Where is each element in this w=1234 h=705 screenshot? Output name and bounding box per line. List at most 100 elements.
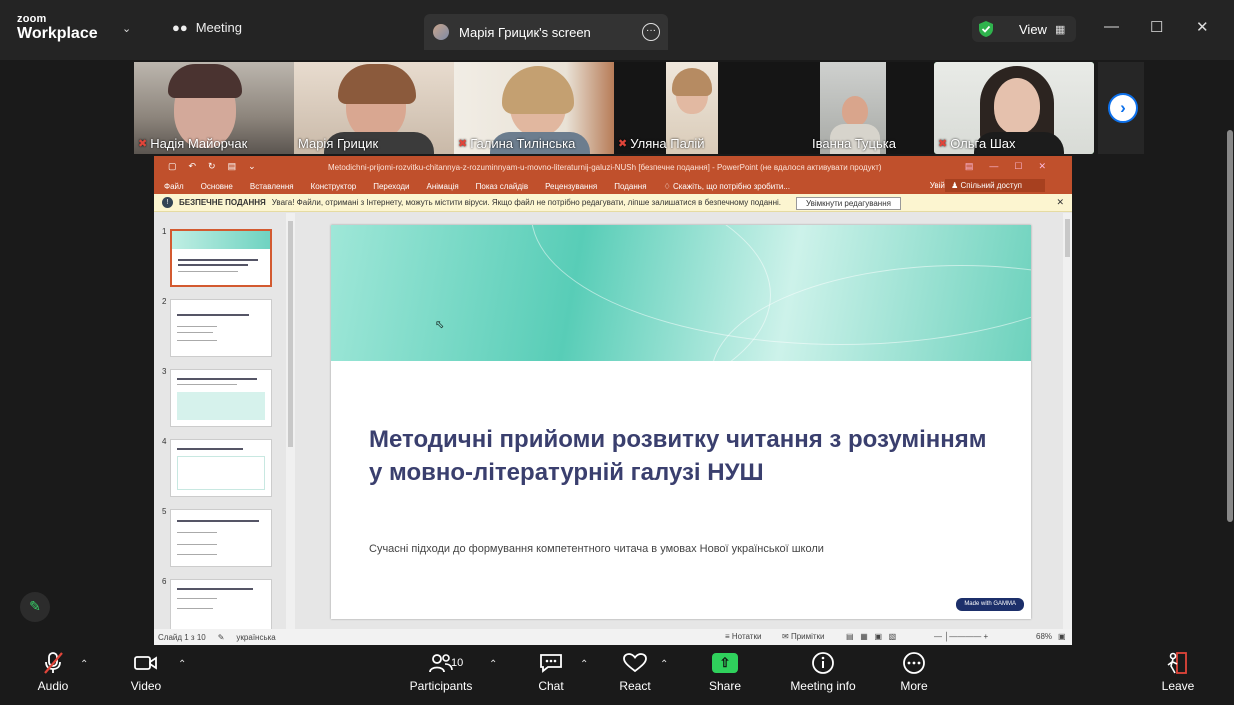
tab-view[interactable]: Подання	[614, 182, 646, 191]
comments-button[interactable]: ✉ Примітки	[782, 632, 825, 641]
shield-icon: !	[162, 197, 173, 208]
more-icon	[893, 645, 935, 681]
tab-transitions[interactable]: Переходи	[373, 182, 409, 191]
close-icon[interactable]: ✕	[1056, 197, 1064, 208]
leave-label: Leave	[1161, 679, 1195, 693]
protected-message: Увага! Файли, отримані з Інтернету, можу…	[271, 198, 782, 207]
participants-button[interactable]: 10 Participants	[405, 645, 477, 705]
slide-thumbnail-6[interactable]	[170, 579, 272, 629]
shared-screen-tab[interactable]: Марія Грицик's screen ···	[424, 14, 668, 50]
participant-tile[interactable]: Марія Грицик	[294, 62, 454, 154]
slide-thumbnail-2[interactable]	[170, 299, 272, 357]
protected-view-bar: ! БЕЗПЕЧНЕ ПОДАННЯ Увага! Файли, отриман…	[154, 194, 1072, 212]
tab-design[interactable]: Конструктор	[311, 182, 357, 191]
view-button[interactable]: View ▦	[972, 16, 1076, 42]
share-button[interactable]: ♟ Спільний доступ	[945, 179, 1045, 192]
brand-line2: Workplace	[17, 25, 98, 42]
slide-thumbnail-1[interactable]	[170, 229, 272, 287]
thumb-number: 3	[162, 367, 167, 376]
participant-name: Іванна Туцька	[812, 136, 896, 151]
slide-thumbnail-5[interactable]	[170, 509, 272, 567]
participant-tile[interactable]: Іванна Туцька	[774, 62, 934, 154]
tab-slideshow[interactable]: Показ слайдів	[476, 182, 528, 191]
react-button[interactable]: React	[614, 645, 656, 705]
tab-review[interactable]: Рецензування	[545, 182, 597, 191]
participant-tile[interactable]: ✖ Галина Тилінська	[454, 62, 614, 154]
more-options-icon[interactable]: ···	[642, 23, 660, 41]
zoom-logo: zoom Workplace	[17, 14, 98, 42]
enable-editing-button[interactable]: Увімкнути редагування	[796, 197, 901, 210]
view-mode-icons[interactable]: ▤ ▦ ▣ ▧	[846, 632, 896, 641]
chevron-right-icon[interactable]: ›	[1108, 93, 1138, 123]
tell-me-box[interactable]: ♢ Скажіть, що потрібно зробити...	[664, 182, 807, 191]
people-icon: ●●	[172, 20, 188, 35]
window-scrollbar[interactable]	[1226, 130, 1234, 522]
chevron-up-icon[interactable]: ⌃	[489, 659, 497, 670]
participant-tile[interactable]: ✖ Уляна Палій	[614, 62, 774, 154]
minimize-icon[interactable]: —	[1104, 18, 1119, 35]
slide-scrollbar[interactable]	[1063, 213, 1072, 629]
quick-access-icons: ▢↶↻▤⌄	[168, 161, 268, 171]
tab-insert[interactable]: Вставлення	[250, 182, 294, 191]
participant-name: Марія Грицик	[298, 136, 379, 151]
participant-strip: ✖ Надія Майорчак Марія Грицик ✖ Галина Тил…	[134, 62, 1094, 154]
audio-button[interactable]: Audio	[32, 645, 74, 705]
share-arrow-icon: ⇧	[712, 653, 738, 673]
leave-icon	[1157, 645, 1199, 681]
video-button[interactable]: Video	[125, 645, 167, 705]
slide-title: Методичні прийоми розвитку читання з роз…	[369, 426, 987, 486]
mic-off-icon: ✖	[938, 138, 948, 150]
participant-name: ✖ Галина Тилінська	[458, 136, 576, 151]
chevron-up-icon[interactable]: ⌃	[660, 659, 668, 670]
slide-thumbnail-4[interactable]	[170, 439, 272, 497]
share-screen-button[interactable]: ⇧ Share	[704, 645, 746, 705]
current-slide[interactable]: Методичні прийоми розвитку читання з роз…	[331, 225, 1031, 619]
leave-button[interactable]: Leave	[1157, 645, 1199, 705]
zoom-meeting-window: zoom Workplace ⌄ ●● Meeting Марія Грицик…	[0, 0, 1234, 705]
slide-thumbnail-3[interactable]	[170, 369, 272, 427]
chevron-up-icon[interactable]: ⌃	[178, 659, 186, 670]
participant-name: ✖ Ольга Шах	[938, 136, 1016, 151]
tab-home[interactable]: Основне	[201, 182, 233, 191]
avatar	[433, 24, 449, 40]
thumb-number: 1	[162, 227, 167, 236]
mic-off-icon: ✖	[138, 138, 148, 150]
hair	[168, 64, 242, 98]
meeting-info-button[interactable]: Meeting info	[786, 645, 860, 705]
close-icon[interactable]: ✕	[1196, 18, 1209, 36]
react-label: React	[619, 679, 651, 693]
meeting-label: Meeting	[195, 20, 242, 35]
participants-icon	[405, 645, 477, 681]
participant-tile[interactable]: ✖ Надія Майорчак	[134, 62, 294, 154]
chat-button[interactable]: Chat	[530, 645, 572, 705]
video-label: Video	[130, 679, 162, 693]
maximize-icon[interactable]: ☐	[1150, 18, 1163, 36]
thumbnail-scrollbar[interactable]	[286, 213, 295, 629]
screen-tab-label: Марія Грицик's screen	[459, 24, 591, 40]
audio-label: Audio	[37, 679, 69, 693]
mouse-cursor-icon: ⬁	[435, 319, 445, 331]
more-button[interactable]: More	[893, 645, 935, 705]
fit-slide-icon[interactable]: ▣	[1058, 632, 1066, 641]
meeting-menu-button[interactable]: ●● Meeting	[172, 20, 242, 35]
annotate-pen-icon[interactable]: ✎	[20, 592, 50, 622]
chevron-up-icon[interactable]: ⌃	[580, 659, 588, 670]
participants-label: Participants	[409, 679, 473, 693]
tab-animations[interactable]: Анімація	[426, 182, 458, 191]
info-icon	[786, 645, 860, 681]
brand-line1: zoom	[17, 13, 47, 25]
chevron-up-icon[interactable]: ⌃	[80, 659, 88, 670]
notes-button[interactable]: ≡ Нотатки	[725, 632, 761, 641]
chat-label: Chat	[538, 679, 564, 693]
ppt-status-bar: Слайд 1 з 10 ✎ українська ≡ Нотатки ✉ Пр…	[154, 629, 1072, 645]
zoom-slider[interactable]: — │———— +	[934, 632, 988, 641]
participant-tile-active-speaker[interactable]: ✖ Ольга Шах	[934, 62, 1094, 154]
participants-count: 10	[451, 657, 464, 669]
grid-view-icon: ▦	[1054, 23, 1066, 36]
tab-file[interactable]: Файл	[164, 182, 184, 191]
chevron-down-icon[interactable]: ⌄	[122, 22, 131, 35]
face	[842, 96, 868, 126]
mic-off-icon	[32, 645, 74, 681]
mic-off-icon: ✖	[458, 138, 468, 150]
zoom-level[interactable]: 68%	[1036, 632, 1052, 641]
